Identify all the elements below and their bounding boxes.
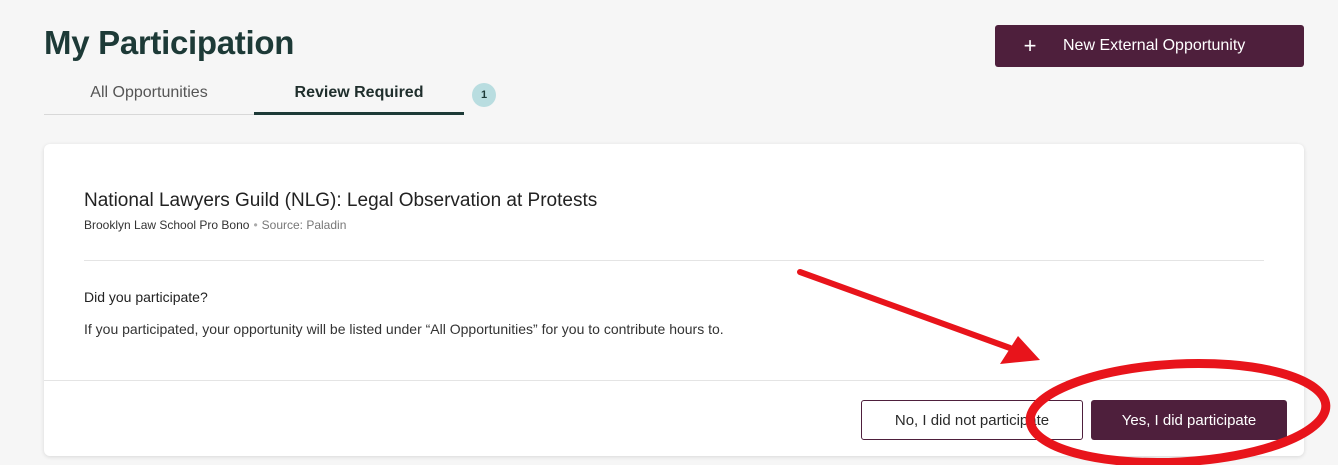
opportunity-meta: Brooklyn Law School Pro Bono • Source: Pal… <box>84 218 346 232</box>
tab-all-opportunities[interactable]: All Opportunities <box>44 84 254 114</box>
tab-bar: All Opportunities Review Required <box>44 78 464 115</box>
did-participate-button[interactable]: Yes, I did participate <box>1091 400 1287 440</box>
opportunity-title: National Lawyers Guild (NLG): Legal Obse… <box>84 190 598 211</box>
plus-icon: + <box>1023 33 1037 58</box>
opportunity-source: Source: Paladin <box>261 218 347 232</box>
review-count-badge: 1 <box>472 83 496 107</box>
participation-explanation: If you participated, your opportunity wi… <box>84 321 724 337</box>
tab-review-required[interactable]: Review Required <box>254 84 464 115</box>
participation-question: Did you participate? <box>84 289 208 305</box>
page-title: My Participation <box>44 24 295 61</box>
did-not-participate-button[interactable]: No, I did not participate <box>861 400 1083 440</box>
opportunity-organization: Brooklyn Law School Pro Bono <box>84 218 250 232</box>
new-external-opportunity-label: New External Opportunity <box>1063 37 1246 54</box>
card-footer-divider <box>44 380 1304 381</box>
new-external-opportunity-button[interactable]: + New External Opportunity <box>995 25 1304 67</box>
meta-separator: • <box>253 218 258 232</box>
opportunity-card: National Lawyers Guild (NLG): Legal Obse… <box>44 144 1304 456</box>
card-divider <box>84 260 1264 261</box>
